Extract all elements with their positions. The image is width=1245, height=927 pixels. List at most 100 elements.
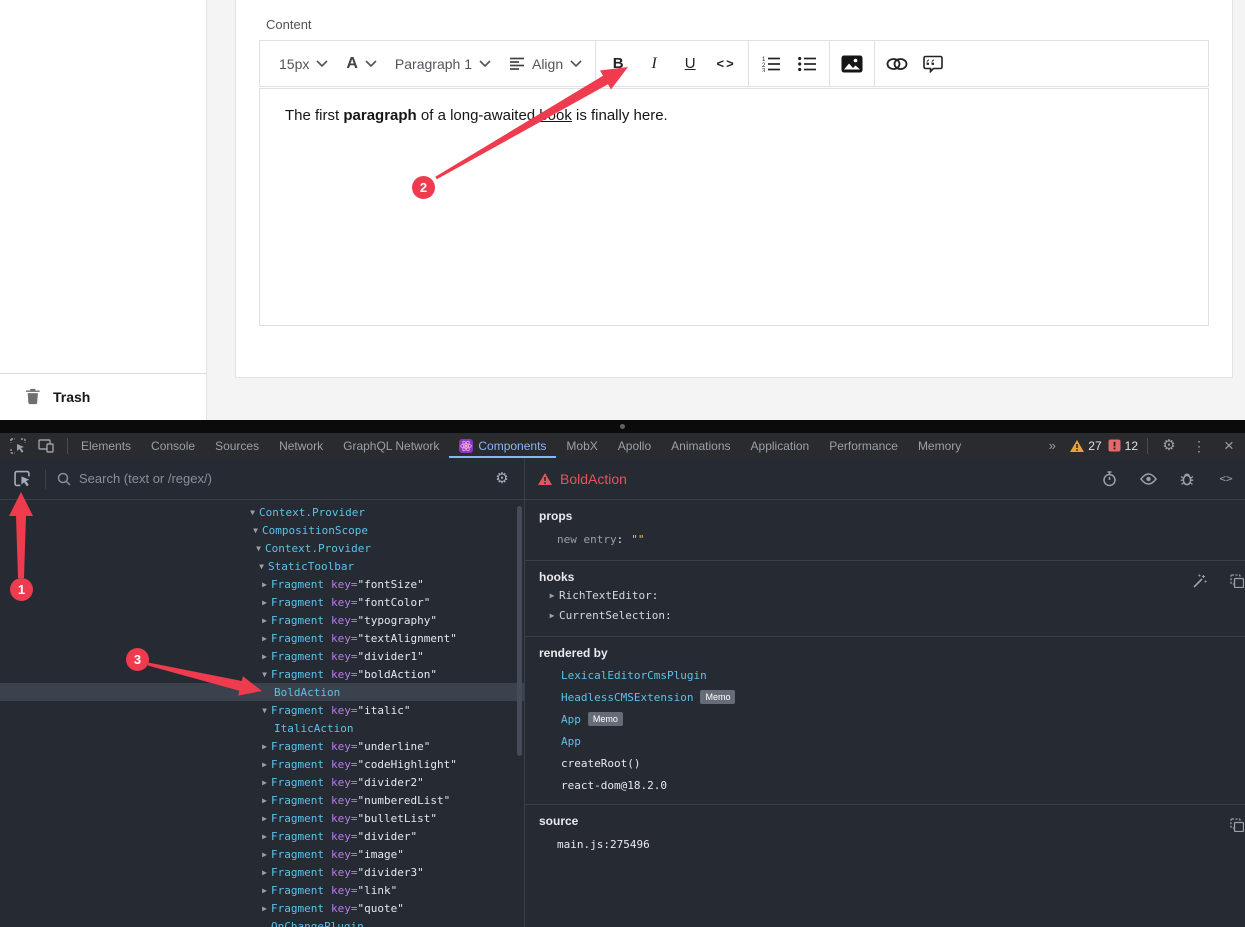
device-toolbar-button[interactable] <box>34 434 58 458</box>
font-size-select[interactable]: 15px <box>270 41 337 86</box>
expanded-arrow-icon[interactable]: ▼ <box>246 508 259 517</box>
tab-mobx[interactable]: MobX <box>556 433 607 458</box>
tab-performance[interactable]: Performance <box>819 433 908 458</box>
issues-badge[interactable]: 12 <box>1108 439 1138 453</box>
tree-row-Fragment-numberedList[interactable]: ▶Fragmentkey="numberedList" <box>0 791 524 809</box>
tab-animations[interactable]: Animations <box>661 433 740 458</box>
collapsed-arrow-icon[interactable]: ▶ <box>258 652 271 661</box>
collapsed-arrow-icon[interactable]: ▶ <box>545 591 559 600</box>
paragraph-style-select[interactable]: Paragraph 1 <box>386 41 500 86</box>
owner-link[interactable]: HeadlessCMSExtension <box>561 691 693 704</box>
tab-components[interactable]: Components <box>449 433 556 458</box>
tree-row-Fragment-image[interactable]: ▶Fragmentkey="image" <box>0 845 524 863</box>
collapsed-arrow-icon[interactable]: ▶ <box>258 598 271 607</box>
owner-link[interactable]: App <box>561 735 581 748</box>
warnings-badge[interactable]: 27 <box>1070 439 1101 453</box>
collapsed-arrow-icon[interactable]: ▶ <box>258 850 271 859</box>
expanded-arrow-icon[interactable]: ▼ <box>252 544 265 553</box>
underline-button[interactable]: U <box>672 41 708 86</box>
copy-icon[interactable] <box>1225 813 1245 837</box>
expanded-arrow-icon[interactable]: ▼ <box>255 562 268 571</box>
inspect-dom-eye-icon[interactable] <box>1136 467 1160 491</box>
tree-row-ItalicAction[interactable]: ItalicAction <box>0 719 524 737</box>
link-button[interactable] <box>879 41 915 86</box>
link-text[interactable]: book <box>539 107 572 124</box>
tab-network[interactable]: Network <box>269 433 333 458</box>
bullet-list-button[interactable] <box>789 41 825 86</box>
tree-row-StaticToolbar[interactable]: ▼StaticToolbar <box>0 557 524 575</box>
owner-link[interactable]: LexicalEditorCmsPlugin <box>561 669 707 682</box>
tree-row-Fragment-textAlignment[interactable]: ▶Fragmentkey="textAlignment" <box>0 629 524 647</box>
prop-row[interactable]: new entry"" <box>557 533 1231 546</box>
collapsed-arrow-icon[interactable]: ▶ <box>258 886 271 895</box>
hook-row-CurrentSelection[interactable]: ▶CurrentSelection <box>545 606 1231 624</box>
quote-button[interactable] <box>915 41 951 86</box>
tab-sources[interactable]: Sources <box>205 433 269 458</box>
tab-console[interactable]: Console <box>141 433 205 458</box>
italic-button[interactable]: I <box>636 41 672 86</box>
inspect-element-button[interactable] <box>6 434 30 458</box>
devtools-resize-handle[interactable] <box>0 420 1245 433</box>
collapsed-arrow-icon[interactable]: ▶ <box>258 778 271 787</box>
collapsed-arrow-icon[interactable]: ▶ <box>258 760 271 769</box>
tree-row-Fragment-fontColor[interactable]: ▶Fragmentkey="fontColor" <box>0 593 524 611</box>
copy-icon[interactable] <box>1225 569 1245 593</box>
tree-row-Fragment-fontSize[interactable]: ▶Fragmentkey="fontSize" <box>0 575 524 593</box>
tab-application[interactable]: Application <box>741 433 820 458</box>
settings-button[interactable]: ⚙ <box>1157 434 1181 458</box>
tree-row-BoldAction[interactable]: BoldAction <box>0 683 524 701</box>
collapsed-arrow-icon[interactable]: ▶ <box>258 814 271 823</box>
search-input[interactable] <box>79 471 482 486</box>
tree-row-Fragment-quote[interactable]: ▶Fragmentkey="quote" <box>0 899 524 917</box>
tree-row-Fragment-boldAction[interactable]: ▼Fragmentkey="boldAction" <box>0 665 524 683</box>
collapsed-arrow-icon[interactable]: ▶ <box>258 580 271 589</box>
tab-graphql-network[interactable]: GraphQL Network <box>333 433 449 458</box>
source-path[interactable]: main.js:275496 <box>557 838 1231 851</box>
debug-bug-icon[interactable] <box>1175 467 1199 491</box>
tree-row-Fragment-divider[interactable]: ▶Fragmentkey="divider" <box>0 827 524 845</box>
parse-hook-names-wand-icon[interactable] <box>1187 569 1211 593</box>
tree-row-Fragment-divider2[interactable]: ▶Fragmentkey="divider2" <box>0 773 524 791</box>
tab-elements[interactable]: Elements <box>71 433 141 458</box>
tree-row-Fragment-divider1[interactable]: ▶Fragmentkey="divider1" <box>0 647 524 665</box>
numbered-list-button[interactable]: 123 <box>753 41 789 86</box>
tab-memory[interactable]: Memory <box>908 433 971 458</box>
collapsed-arrow-icon[interactable]: ▶ <box>258 796 271 805</box>
tree-row-Fragment-typography[interactable]: ▶Fragmentkey="typography" <box>0 611 524 629</box>
expanded-arrow-icon[interactable]: ▼ <box>249 526 262 535</box>
tree-row-Fragment-underline[interactable]: ▶Fragmentkey="underline" <box>0 737 524 755</box>
code-highlight-button[interactable]: <> <box>708 41 744 86</box>
collapsed-arrow-icon[interactable]: ▶ <box>258 616 271 625</box>
collapsed-arrow-icon[interactable]: ▶ <box>258 634 271 643</box>
collapsed-arrow-icon[interactable]: ▶ <box>258 904 271 913</box>
tree-settings-button[interactable]: ⚙ <box>490 467 514 491</box>
sidebar-item-trash[interactable]: Trash <box>0 373 207 420</box>
tree-row-CompositionScope[interactable]: ▼CompositionScope <box>0 521 524 539</box>
tree-row-Context.Provider[interactable]: ▼Context.Provider <box>0 503 524 521</box>
tree-row-Fragment-divider3[interactable]: ▶Fragmentkey="divider3" <box>0 863 524 881</box>
profiler-timer-icon[interactable] <box>1097 467 1121 491</box>
collapsed-arrow-icon[interactable]: ▶ <box>258 832 271 841</box>
view-source-icon[interactable]: <> <box>1214 467 1238 491</box>
owner-link[interactable]: App <box>561 713 581 726</box>
collapsed-arrow-icon[interactable]: ▶ <box>545 611 559 620</box>
more-tabs-button[interactable]: » <box>1040 434 1064 458</box>
expanded-arrow-icon[interactable]: ▼ <box>258 706 271 715</box>
close-devtools-button[interactable]: × <box>1217 434 1241 458</box>
tree-row-Context.Provider[interactable]: ▼Context.Provider <box>0 539 524 557</box>
align-select[interactable]: Align <box>500 41 591 86</box>
richtext-editor[interactable]: The first paragraph of a long-awaited bo… <box>259 88 1209 326</box>
select-element-button[interactable] <box>10 467 34 491</box>
tab-apollo[interactable]: Apollo <box>608 433 661 458</box>
tree-row-Fragment-codeHighlight[interactable]: ▶Fragmentkey="codeHighlight" <box>0 755 524 773</box>
tree-row-Fragment-italic[interactable]: ▼Fragmentkey="italic" <box>0 701 524 719</box>
collapsed-arrow-icon[interactable]: ▶ <box>258 742 271 751</box>
collapsed-arrow-icon[interactable]: ▶ <box>258 868 271 877</box>
hook-row-RichTextEditor[interactable]: ▶RichTextEditor <box>545 586 1231 604</box>
expanded-arrow-icon[interactable]: ▼ <box>258 670 271 679</box>
bold-button[interactable]: B <box>600 41 636 86</box>
insert-image-button[interactable] <box>834 41 870 86</box>
tree-row-OnChangePlugin[interactable]: OnChangePlugin <box>0 917 524 927</box>
tree-row-Fragment-bulletList[interactable]: ▶Fragmentkey="bulletList" <box>0 809 524 827</box>
tree-row-Fragment-link[interactable]: ▶Fragmentkey="link" <box>0 881 524 899</box>
